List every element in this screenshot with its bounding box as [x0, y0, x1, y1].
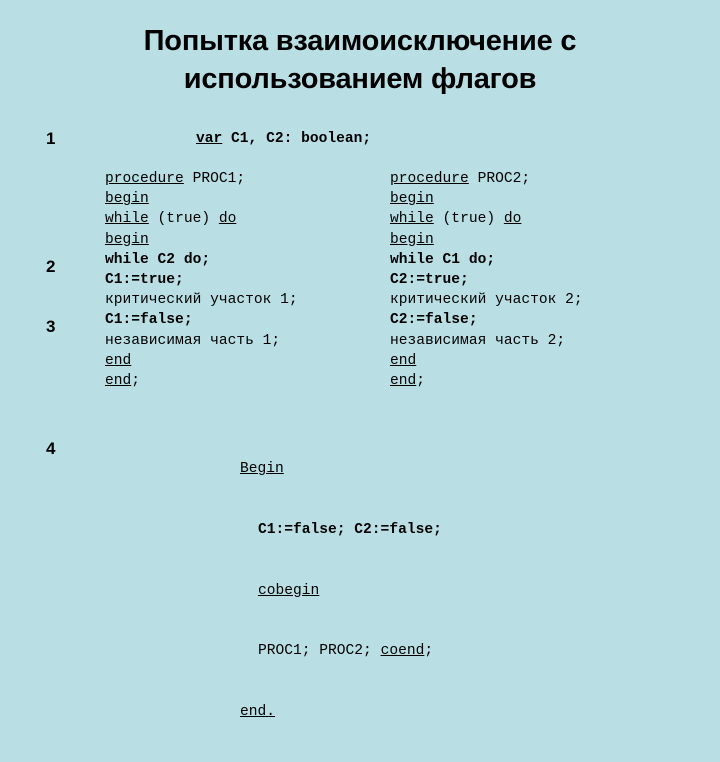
keyword-begin: begin — [390, 191, 434, 208]
code-line: while C2 do; — [105, 250, 298, 270]
code-line: while (true) do — [390, 209, 583, 229]
code-line: критический участок 2; — [390, 290, 583, 310]
keyword-procedure: procedure — [105, 171, 184, 187]
procedure-block-left: procedure PROC1; begin while (true) do begi… — [105, 169, 298, 391]
code-line: procedure PROC1; — [105, 169, 298, 189]
code-line: while (true) do — [105, 209, 298, 229]
code-line: begin — [105, 230, 298, 250]
code-line: C1:=true; — [105, 270, 298, 290]
code-line: C2:=true; — [390, 270, 583, 290]
keyword-begin: Begin — [240, 461, 284, 478]
code-text: (true) — [433, 211, 504, 228]
code-line: C1:=false; — [105, 310, 298, 330]
declaration-line: var C1, C2: boolean; — [196, 129, 371, 149]
keyword-do: do — [218, 211, 237, 228]
code-text: while C1 do; — [390, 251, 496, 268]
main-end-line: end. — [240, 702, 442, 722]
keyword-end: end. — [240, 703, 276, 720]
keyword-end: end — [390, 352, 417, 369]
main-calls-line: PROC1; PROC2; coend; — [240, 641, 442, 661]
keyword-end: end — [390, 372, 417, 389]
line-number-1: 1 — [46, 129, 56, 148]
code-text: ; — [131, 372, 141, 389]
keyword-end: end — [105, 372, 132, 389]
code-text: while C2 do; — [105, 251, 211, 268]
code-line: end — [390, 351, 583, 371]
code-line: независимая часть 2; — [390, 331, 583, 351]
keyword-begin: begin — [390, 231, 434, 248]
flag-init-statement: C1:=false; C2:=false; — [257, 522, 442, 538]
keyword-begin: begin — [105, 231, 149, 248]
keyword-coend: coend — [380, 643, 425, 660]
keyword-do: do — [503, 211, 522, 228]
main-begin-line: Begin — [240, 459, 442, 479]
code-line: begin — [390, 189, 583, 209]
code-text: критический участок 2; — [390, 292, 583, 309]
main-cobegin-line: cobegin — [240, 581, 442, 601]
main-assign-line: C1:=false; C2:=false; — [240, 520, 442, 540]
code-line: end — [105, 351, 298, 371]
code-text: (true) — [148, 211, 219, 228]
line-number-2: 2 — [46, 257, 56, 276]
keyword-cobegin: cobegin — [257, 582, 320, 599]
code-text: независимая часть 1; — [105, 332, 281, 349]
main-program-block: Begin C1:=false; C2:=false; cobegin PROC… — [240, 419, 442, 762]
code-text: PROC2; — [468, 171, 531, 187]
code-line: end; — [105, 371, 298, 391]
procedure-block-right: procedure PROC2; begin while (true) do begi… — [390, 169, 583, 391]
keyword-begin: begin — [105, 191, 149, 208]
code-line: C2:=false; — [390, 310, 583, 330]
code-text: критический участок 1; — [105, 292, 298, 309]
code-text: ; — [416, 372, 426, 389]
procedure-calls: PROC1; PROC2; — [257, 643, 381, 660]
code-line: begin — [390, 230, 583, 250]
code-line: procedure PROC2; — [390, 169, 583, 189]
declaration-rest: C1, C2: boolean; — [222, 131, 372, 147]
code-text: C1:=true; — [105, 271, 184, 288]
code-text: C1:=false; — [105, 312, 193, 329]
code-line: begin — [105, 189, 298, 209]
code-text: PROC1; — [183, 171, 246, 187]
code-line: while C1 do; — [390, 250, 583, 270]
code-text: C2:=true; — [390, 271, 469, 288]
procedure-calls-terminator: ; — [424, 643, 434, 660]
keyword-while: while — [105, 211, 149, 228]
line-number-4: 4 — [46, 439, 56, 458]
keyword-while: while — [390, 211, 434, 228]
code-text: C2:=false; — [390, 312, 478, 329]
code-text: независимая часть 2; — [390, 332, 566, 349]
code-line: end; — [390, 371, 583, 391]
line-number-3: 3 — [46, 317, 56, 336]
code-line: критический участок 1; — [105, 290, 298, 310]
code-line: независимая часть 1; — [105, 331, 298, 351]
keyword-procedure: procedure — [390, 171, 469, 187]
keyword-end: end — [105, 352, 132, 369]
slide-canvas: Попытка взаимоисключение с использование… — [0, 0, 720, 720]
page-title: Попытка взаимоисключение с использование… — [143, 25, 577, 95]
keyword-var: var — [196, 131, 223, 147]
